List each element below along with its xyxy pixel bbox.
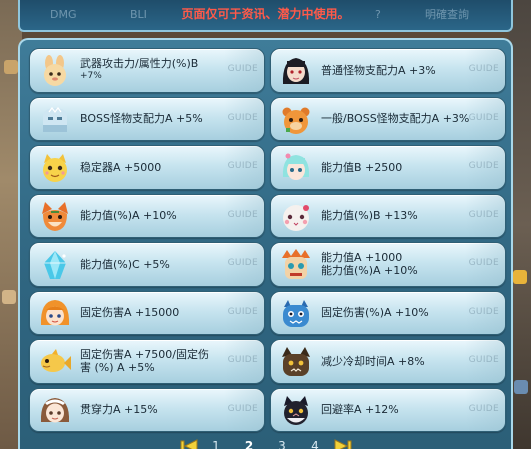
familiar-card[interactable]: 普通怪物支配力A +3% GUIDE	[270, 48, 506, 93]
fox-icon	[38, 200, 72, 234]
ice-golem-icon	[38, 103, 72, 137]
backdrop-ornament	[514, 380, 528, 394]
guide-watermark: GUIDE	[468, 403, 499, 414]
card-text: BOSS怪物支配力A +5%	[80, 98, 232, 141]
familiar-card[interactable]: 贯穿力A +15% GUIDE	[29, 387, 265, 432]
guide-watermark: GUIDE	[468, 64, 499, 74]
familiar-card-panel: 武器攻击力/属性力(%)B +7% GUIDE 普通怪物支配力A +3% GUI…	[18, 38, 513, 449]
card-text: 能力值(%)A +10%	[80, 195, 232, 238]
familiar-card[interactable]: 固定伤害A +7500/固定伤 害 (%) A +5% GUIDE	[29, 339, 265, 384]
cyan-hair-girl-icon	[279, 151, 313, 185]
card-effect-label: 减少冷却时间A +8%	[321, 354, 425, 368]
prev-page-arrow-icon[interactable]	[178, 437, 200, 449]
white-bunny-icon	[279, 200, 313, 234]
card-text: 固定伤害A +15000	[80, 292, 232, 335]
yellow-cat-icon	[38, 151, 72, 185]
card-text: 贯穿力A +15%	[80, 389, 232, 432]
guide-watermark: GUIDE	[227, 161, 258, 171]
yellow-fish-icon	[38, 345, 72, 379]
orange-hood-girl-icon	[38, 297, 72, 331]
familiar-card[interactable]: 能力值B +2500 GUIDE	[270, 145, 506, 190]
guide-watermark: GUIDE	[227, 258, 258, 268]
guide-watermark: GUIDE	[227, 403, 258, 414]
card-effect-value: 害 (%) A +5%	[80, 361, 155, 375]
card-text: 一般/BOSS怪物支配力A +3%	[321, 98, 473, 141]
familiar-card[interactable]: 能力值(%)B +13% GUIDE	[270, 193, 506, 238]
guide-watermark: GUIDE	[227, 64, 258, 74]
black-cat-icon	[279, 394, 313, 428]
card-grid: 武器攻击力/属性力(%)B +7% GUIDE 普通怪物支配力A +3% GUI…	[29, 48, 506, 432]
familiar-card[interactable]: BOSS怪物支配力A +5% GUIDE	[29, 96, 265, 141]
card-text: 能力值(%)B +13%	[321, 195, 473, 238]
backdrop-ornament	[513, 270, 527, 284]
card-effect-label: 能力值(%)A +10%	[80, 209, 177, 223]
guide-watermark: GUIDE	[227, 355, 258, 365]
card-text: 能力值(%)C +5%	[80, 243, 232, 286]
guide-watermark: GUIDE	[468, 355, 499, 365]
backdrop-ornament	[4, 60, 18, 74]
card-effect-label: 普通怪物支配力A +3%	[321, 63, 436, 77]
orange-bear-icon	[279, 103, 313, 137]
card-effect-label: 一般/BOSS怪物支配力A +3%	[321, 112, 470, 126]
card-effect-label: 回避率A +12%	[321, 403, 399, 417]
card-effect-value: 能力值(%)A +10%	[321, 264, 418, 278]
card-text: 能力值A +1000 能力值(%)A +10%	[321, 243, 473, 286]
page-1[interactable]: 1	[200, 437, 233, 449]
familiar-card[interactable]: 能力值A +1000 能力值(%)A +10% GUIDE	[270, 242, 506, 287]
usage-notice: 页面仅可于资讯、潜力中使用。	[181, 7, 350, 21]
card-effect-label: BOSS怪物支配力A +5%	[80, 112, 203, 126]
blue-monster-icon	[279, 297, 313, 331]
card-text: 固定伤害(%)A +10%	[321, 292, 473, 335]
guide-watermark: GUIDE	[468, 306, 499, 317]
card-effect-label: 固定伤害A +7500/固定伤	[80, 348, 209, 362]
familiar-card[interactable]: 回避率A +12% GUIDE	[270, 387, 506, 432]
dark-hound-icon	[279, 345, 313, 379]
card-effect-label: 固定伤害(%)A +10%	[321, 306, 429, 320]
tribal-mask-icon	[279, 248, 313, 282]
guide-watermark: GUIDE	[227, 112, 258, 123]
familiar-card[interactable]: 能力值(%)C +5% GUIDE	[29, 242, 265, 287]
guide-watermark: GUIDE	[468, 258, 499, 268]
maid-girl-icon	[38, 394, 72, 428]
card-text: 武器攻击力/属性力(%)B +7%	[80, 49, 232, 92]
familiar-card[interactable]: 武器攻击力/属性力(%)B +7% GUIDE	[29, 48, 265, 93]
card-effect-label: 武器攻击力/属性力(%)B	[80, 57, 199, 71]
pagination: 1 2 3 4	[20, 436, 511, 449]
card-text: 减少冷却时间A +8%	[321, 340, 473, 383]
familiar-card[interactable]: 一般/BOSS怪物支配力A +3% GUIDE	[270, 96, 506, 141]
familiar-card[interactable]: 稳定器A +5000 GUIDE	[29, 145, 265, 190]
familiar-card[interactable]: 减少冷却时间A +8% GUIDE	[270, 339, 506, 384]
card-effect-label: 贯穿力A +15%	[80, 403, 158, 417]
guide-watermark: GUIDE	[227, 306, 258, 317]
guide-watermark: GUIDE	[468, 112, 499, 123]
card-effect-value: +7%	[80, 71, 102, 82]
page-2-current[interactable]: 2	[233, 437, 266, 449]
guide-watermark: GUIDE	[468, 209, 499, 220]
card-effect-label: 固定伤害A +15000	[80, 306, 180, 320]
top-info-bar: DMG BLI ? 明確查詢 页面仅可于资讯、潜力中使用。	[18, 0, 513, 32]
blue-crystal-icon	[38, 248, 72, 282]
familiar-card[interactable]: 固定伤害(%)A +10% GUIDE	[270, 290, 506, 335]
familiar-card[interactable]: 固定伤害A +15000 GUIDE	[29, 290, 265, 335]
guide-watermark: GUIDE	[468, 161, 499, 171]
familiar-card[interactable]: 能力值(%)A +10% GUIDE	[29, 193, 265, 238]
backdrop-ornament	[2, 290, 16, 304]
page-4[interactable]: 4	[299, 437, 332, 449]
card-text: 普通怪物支配力A +3%	[321, 49, 473, 92]
card-text: 回避率A +12%	[321, 389, 473, 432]
card-effect-label: 稳定器A +5000	[80, 160, 162, 174]
guide-watermark: GUIDE	[227, 209, 258, 220]
dark-haired-girl-icon	[279, 54, 313, 88]
rabbit-icon	[38, 54, 72, 88]
card-effect-label: 能力值B +2500	[321, 160, 403, 174]
card-text: 能力值B +2500	[321, 146, 473, 189]
card-text: 稳定器A +5000	[80, 146, 232, 189]
card-effect-label: 能力值(%)B +13%	[321, 209, 418, 223]
card-effect-label: 能力值(%)C +5%	[80, 257, 170, 271]
next-page-arrow-icon[interactable]	[332, 437, 354, 449]
page-3[interactable]: 3	[266, 437, 299, 449]
card-effect-label: 能力值A +1000	[321, 251, 403, 265]
card-text: 固定伤害A +7500/固定伤 害 (%) A +5%	[80, 340, 232, 383]
